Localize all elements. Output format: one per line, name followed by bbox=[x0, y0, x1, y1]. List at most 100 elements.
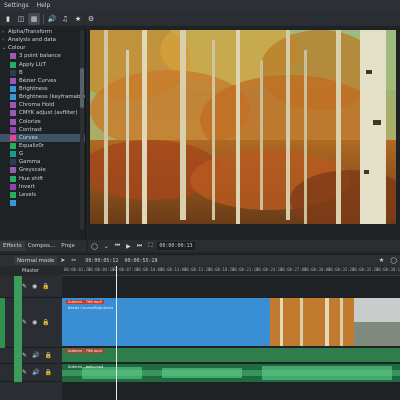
effect-type-icon bbox=[10, 110, 16, 117]
lock-icon[interactable]: 🔒 bbox=[45, 352, 52, 359]
edit-icon[interactable]: ✎ bbox=[22, 283, 27, 290]
effect-item[interactable]: Colorize bbox=[0, 118, 85, 126]
monitor-controls: ◯ ⌄ ⏮ ▶ ⏭ ⛶ 00:00:00:13 bbox=[88, 240, 400, 252]
settings-icon[interactable]: ⚙ bbox=[85, 13, 97, 25]
star-icon[interactable]: ★ bbox=[72, 13, 84, 25]
effect-label: Greyscale bbox=[19, 167, 46, 174]
effects-scrollbar[interactable] bbox=[80, 30, 84, 230]
tab-compositions[interactable]: Compos... bbox=[25, 241, 59, 251]
effect-label: Hue shift bbox=[19, 175, 44, 182]
track-header-v2[interactable]: ✎ ◉ 🔒 bbox=[0, 276, 62, 298]
effect-item[interactable]: Chroma Hold bbox=[0, 101, 85, 109]
effect-item[interactable] bbox=[0, 199, 85, 207]
edit-icon[interactable]: ✎ bbox=[22, 352, 27, 359]
effect-type-icon bbox=[10, 86, 16, 93]
effect-item[interactable]: Gamma bbox=[0, 158, 85, 166]
speaker-icon[interactable]: 🔊 bbox=[46, 13, 58, 25]
edit-icon[interactable]: ✎ bbox=[22, 319, 27, 326]
effect-item[interactable]: 3 point balance bbox=[0, 52, 85, 60]
audio2-clip-label: Autumn - bells.mp4 bbox=[68, 365, 104, 369]
fullscreen-icon[interactable]: ⛶ bbox=[148, 242, 152, 250]
audio-clip-label: Autumn - 766.mp4 bbox=[66, 349, 104, 353]
effect-item[interactable]: Levels bbox=[0, 191, 85, 199]
effect-type-icon bbox=[10, 126, 16, 133]
next-clip-thumbnail[interactable] bbox=[354, 298, 400, 346]
skip-forward-icon[interactable]: ⏭ bbox=[137, 242, 142, 250]
tab-effects[interactable]: Effects bbox=[0, 241, 25, 251]
effect-item[interactable]: Equaliz0r bbox=[0, 142, 85, 150]
zoom-icon[interactable]: ◯ bbox=[390, 257, 397, 264]
video-preview bbox=[90, 30, 396, 224]
razor-tool-icon[interactable]: ✂ bbox=[71, 257, 76, 264]
effect-item[interactable]: Bézier Curves bbox=[0, 77, 85, 85]
category-colour[interactable]: ⌄ Colour bbox=[0, 44, 85, 52]
select-tool-icon[interactable]: ➤ bbox=[60, 257, 65, 264]
effect-item[interactable]: B bbox=[0, 69, 85, 77]
menu-help[interactable]: Help bbox=[33, 2, 55, 9]
track-header-a1[interactable]: ✎ 🔊 🔒 bbox=[0, 348, 62, 364]
ruler-tick-label: 00:00:32:27 bbox=[328, 267, 355, 272]
effect-label: Curves bbox=[19, 134, 38, 141]
effects-scroll-thumb[interactable] bbox=[80, 68, 84, 108]
eye-icon[interactable]: ◉ bbox=[32, 283, 37, 290]
effect-item[interactable]: Greyscale bbox=[0, 166, 85, 174]
speaker-icon[interactable]: 🔊 bbox=[32, 369, 39, 376]
track-header-a2[interactable]: ✎ 🔊 🔒 bbox=[0, 364, 62, 382]
category-label: Colour bbox=[8, 45, 26, 52]
layout-grid-icon[interactable]: ▦ bbox=[28, 12, 40, 25]
track-target-bar[interactable] bbox=[14, 276, 22, 382]
effect-item[interactable]: Brightness (keyframable) bbox=[0, 93, 85, 101]
audio-clip-waveform[interactable] bbox=[62, 364, 400, 382]
tab-project[interactable]: Proje bbox=[58, 241, 78, 251]
timeline-head-area: Master bbox=[0, 266, 62, 276]
effect-label: Apply LUT bbox=[19, 61, 46, 68]
effect-type-icon bbox=[10, 191, 16, 198]
effect-type-icon bbox=[10, 143, 16, 150]
ruler-tick-label: 00:00:04:17 bbox=[88, 267, 115, 272]
category-analysis[interactable]: › Analysis and data bbox=[0, 36, 85, 44]
layout-single-icon[interactable]: ▮ bbox=[2, 13, 14, 25]
toolbar-divider bbox=[43, 13, 44, 24]
chevron-down-icon[interactable]: ⌄ bbox=[104, 243, 109, 250]
lock-icon[interactable]: 🔒 bbox=[42, 283, 49, 290]
zoom-icon[interactable]: ◯ bbox=[91, 243, 98, 250]
layout-split-icon[interactable]: ◫ bbox=[15, 13, 27, 25]
timeline-ruler[interactable]: 00:00:01:22 00:00:04:17 00:00:07:12 00:00:1… bbox=[62, 266, 400, 276]
playhead[interactable] bbox=[116, 266, 117, 400]
ruler-tick-label: 00:00:21:17 bbox=[232, 267, 259, 272]
effect-label: Invert bbox=[19, 183, 35, 190]
timeline-toolbar: Normal mode ➤ ✂ 00:00:05:12 00:00:55:28 … bbox=[0, 254, 400, 266]
edit-icon[interactable]: ✎ bbox=[22, 369, 27, 376]
category-label: Analysis and data bbox=[8, 37, 56, 44]
effect-label: Chroma Hold bbox=[19, 102, 55, 109]
effect-item[interactable]: Curves bbox=[0, 133, 85, 142]
eye-icon[interactable]: ◉ bbox=[32, 319, 37, 326]
audio-clip[interactable] bbox=[62, 348, 400, 362]
edit-mode-select[interactable]: Normal mode bbox=[14, 256, 58, 265]
effect-item[interactable]: Apply LUT bbox=[0, 61, 85, 69]
effect-item[interactable]: CMYK adjust (avfilter) bbox=[0, 109, 85, 117]
music-icon[interactable]: ♫ bbox=[59, 13, 71, 25]
menu-settings[interactable]: Settings bbox=[0, 2, 33, 9]
effect-item[interactable]: Brightness bbox=[0, 85, 85, 93]
effect-label: Equaliz0r bbox=[19, 143, 45, 150]
monitor-timecode[interactable]: 00:00:00:13 bbox=[157, 242, 195, 250]
effect-item[interactable]: Hue shift bbox=[0, 175, 85, 183]
category-alpha-transform[interactable]: › Alpha/Transform bbox=[0, 28, 85, 36]
play-icon[interactable]: ▶ bbox=[126, 243, 131, 250]
skip-back-icon[interactable]: ⏮ bbox=[115, 242, 120, 250]
effect-type-icon bbox=[10, 69, 16, 76]
track-header-v1[interactable]: ✎ ◉ 🔒 bbox=[0, 298, 62, 348]
effect-item[interactable]: Contrast bbox=[0, 126, 85, 134]
speaker-icon[interactable]: 🔊 bbox=[32, 352, 39, 359]
effect-item[interactable]: Invert bbox=[0, 183, 85, 191]
ruler-tick-label: 00:00:38:17 bbox=[376, 267, 400, 272]
effect-type-icon bbox=[10, 151, 16, 158]
effect-item[interactable]: G bbox=[0, 150, 85, 158]
lock-icon[interactable]: 🔒 bbox=[45, 369, 52, 376]
star-icon[interactable]: ★ bbox=[379, 257, 384, 264]
effect-type-icon bbox=[10, 77, 16, 84]
effect-type-icon bbox=[10, 134, 16, 141]
effect-label: Colorize bbox=[19, 118, 41, 125]
lock-icon[interactable]: 🔒 bbox=[42, 319, 49, 326]
